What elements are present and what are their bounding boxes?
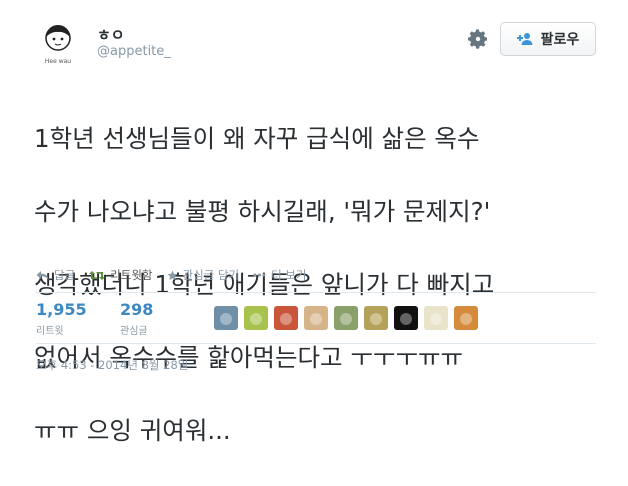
- retweet-count-label: 리트윗: [36, 326, 64, 337]
- reply-label: 답글: [54, 268, 76, 282]
- tweet-card: Hee wau ㅎㅇ @appetite_ 팔로우 1학년 선생님들이 왜 자꾸…: [0, 0, 628, 445]
- favorite-count: 298: [120, 300, 154, 319]
- liker-avatars: [214, 306, 484, 332]
- tweet-actions: 답글 리트윗함 관심글 담기 더 보기: [36, 266, 320, 284]
- gear-icon[interactable]: [466, 27, 490, 51]
- retweet-label: 리트윗함: [110, 268, 153, 282]
- liker-avatar-7[interactable]: [394, 306, 418, 330]
- tweet-line: 수가 나오냐고 불평 하시길래, '뭐가 문제지?': [34, 196, 491, 226]
- user-avatar[interactable]: Hee wau: [34, 19, 82, 67]
- favorite-count-label: 관심글: [120, 326, 148, 337]
- add-user-icon: [516, 33, 533, 45]
- avatar-face: [310, 313, 322, 325]
- avatar-face: [370, 313, 382, 325]
- more-button[interactable]: 더 보기: [253, 267, 306, 283]
- divider: [36, 292, 596, 293]
- tweet-text: 1학년 선생님들이 왜 자꾸 급식에 삶은 옥수 수가 나오냐고 불평 하시길래…: [34, 84, 614, 486]
- liker-avatar-4[interactable]: [304, 306, 328, 330]
- avatar-face: [220, 313, 232, 325]
- liker-avatar-5[interactable]: [334, 306, 358, 330]
- liker-avatar-2[interactable]: [244, 306, 268, 330]
- tweet-line: 1학년 선생님들이 왜 자꾸 급식에 삶은 옥수: [34, 123, 480, 153]
- retweet-button[interactable]: 리트윗함: [89, 267, 153, 283]
- divider: [36, 343, 596, 344]
- tweet-line: ㅠㅠ 으잉 귀여워...: [34, 415, 231, 445]
- avatar-face: [430, 313, 442, 325]
- avatar-face: [280, 313, 292, 325]
- display-name[interactable]: ㅎㅇ: [97, 24, 125, 45]
- liker-avatar-6[interactable]: [364, 306, 388, 330]
- favorite-stat[interactable]: 298 관심글: [120, 300, 153, 337]
- liker-avatar-8[interactable]: [424, 306, 448, 330]
- avatar-face: [460, 313, 472, 325]
- star-icon: [166, 269, 178, 280]
- user-handle[interactable]: @appetite_: [97, 44, 171, 59]
- liker-avatar-1[interactable]: [214, 306, 238, 330]
- retweet-icon: [89, 270, 106, 280]
- avatar-face: [250, 313, 262, 325]
- favorite-label: 관심글 담기: [182, 268, 240, 282]
- tweet-timestamp[interactable]: 오후 4:53 - 2014년 8월 28일: [36, 357, 188, 373]
- retweet-stat[interactable]: 1,955 리트윗: [36, 300, 87, 337]
- avatar-face: [400, 313, 412, 325]
- avatar-face: [340, 313, 352, 325]
- follow-button[interactable]: 팔로우: [500, 22, 596, 56]
- liker-avatar-3[interactable]: [274, 306, 298, 330]
- favorite-button[interactable]: 관심글 담기: [166, 267, 240, 283]
- svg-text:Hee wau: Hee wau: [45, 58, 71, 65]
- more-icon: [253, 273, 266, 277]
- more-label: 더 보기: [271, 268, 307, 282]
- follow-label: 팔로우: [540, 32, 580, 48]
- reply-icon: [36, 270, 49, 280]
- liker-avatar-9[interactable]: [454, 306, 478, 330]
- retweet-count: 1,955: [36, 300, 87, 319]
- reply-button[interactable]: 답글: [36, 267, 75, 283]
